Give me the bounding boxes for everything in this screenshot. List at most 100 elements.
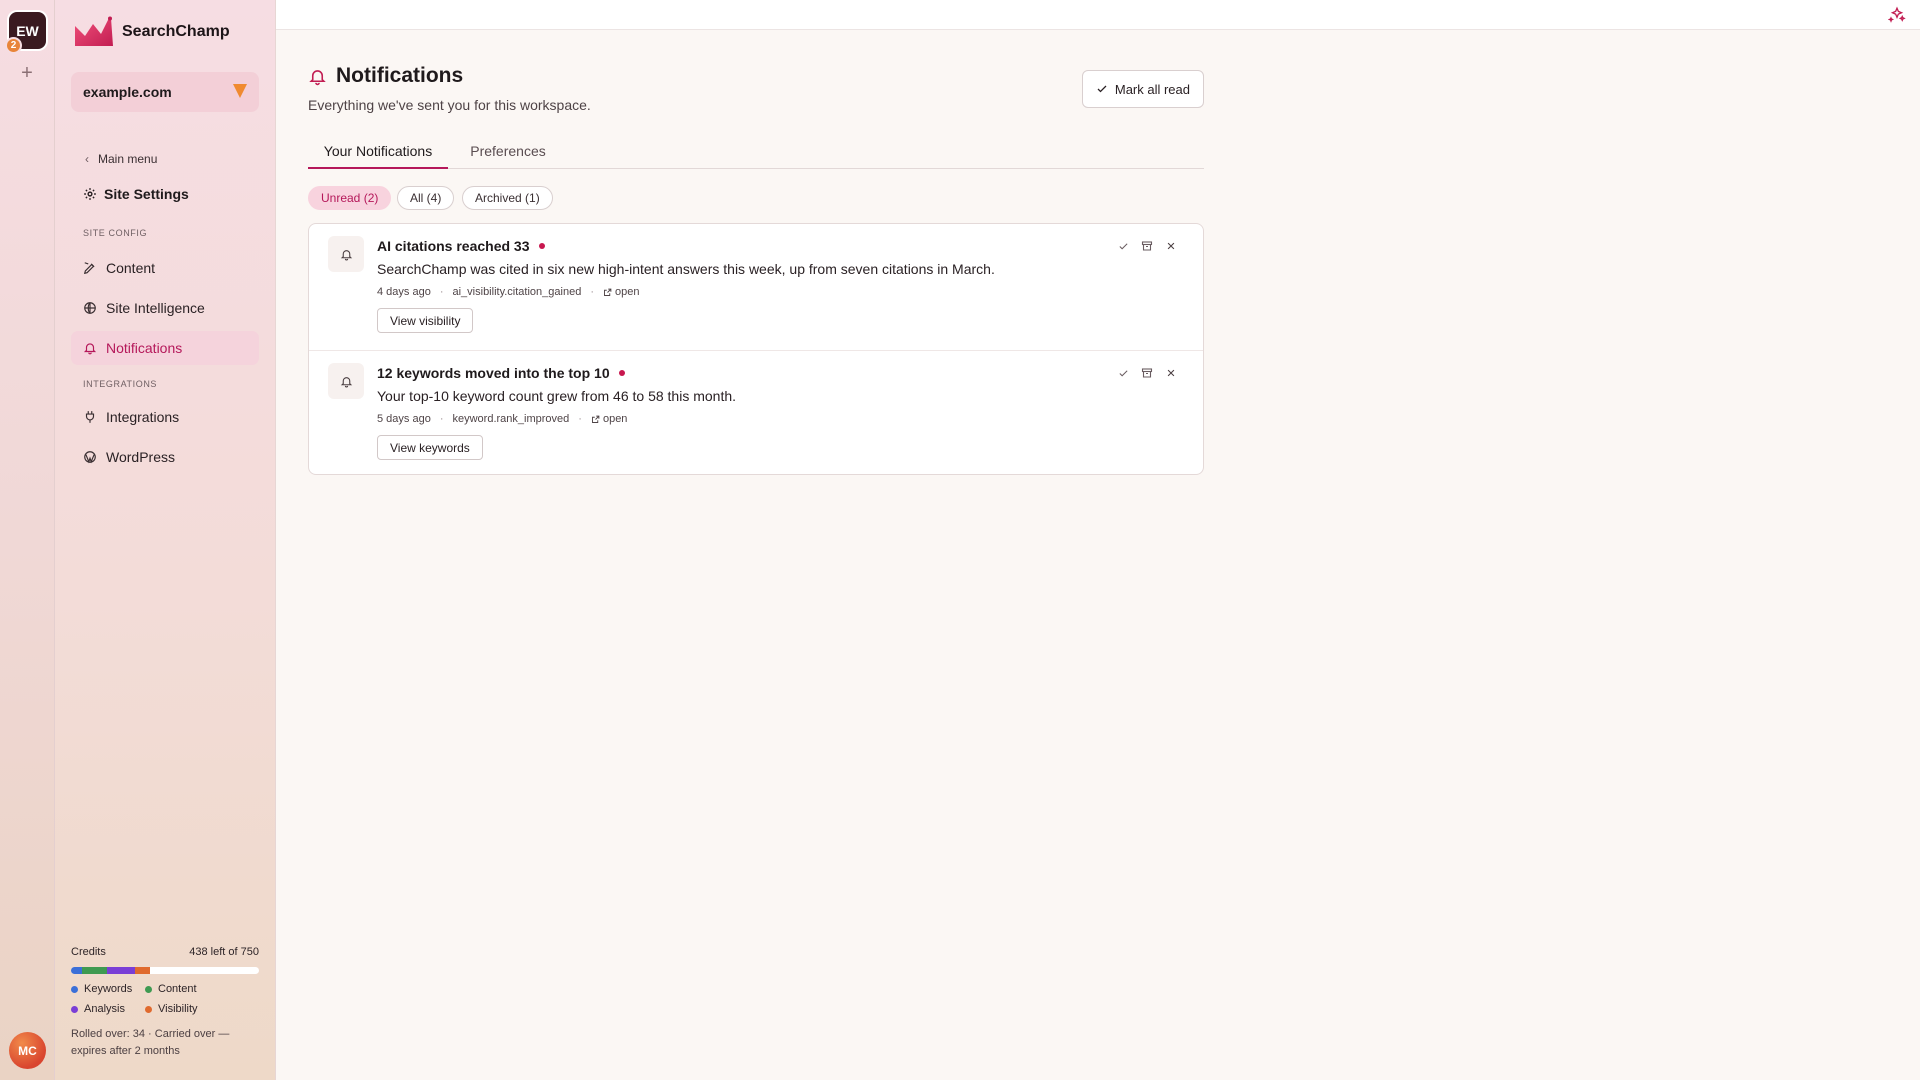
legend-analysis: Analysis bbox=[71, 1003, 145, 1015]
group-label-integrations: INTEGRATIONS bbox=[83, 379, 158, 389]
site-selector-value: example.com bbox=[83, 84, 172, 100]
main-menu-link[interactable]: ‹ Main menu bbox=[85, 152, 157, 166]
notification-title: 12 keywords moved into the top 10 bbox=[377, 365, 625, 381]
site-settings-title: Site Settings bbox=[83, 186, 189, 202]
notification-title: AI citations reached 33 bbox=[377, 238, 545, 254]
filter-archived[interactable]: Archived (1) bbox=[462, 186, 553, 210]
sidebar: SearchChamp example.com ‹ Main menu Site… bbox=[55, 0, 276, 1080]
legend-dot bbox=[71, 1005, 78, 1013]
view-keywords-button[interactable]: View keywords bbox=[377, 435, 483, 460]
sidebar-item-site-intelligence[interactable]: Site Intelligence bbox=[71, 291, 259, 325]
main-menu-label: Main menu bbox=[98, 152, 158, 166]
credits-legend: Keywords Content Analysis Visibility bbox=[71, 983, 259, 1015]
notification-time: 4 days ago bbox=[377, 286, 431, 298]
dismiss-close-icon[interactable] bbox=[1163, 238, 1179, 254]
page-title-text: Notifications bbox=[336, 64, 464, 87]
globe-grid-icon bbox=[84, 302, 96, 314]
archive-icon[interactable] bbox=[1139, 238, 1155, 254]
notification-item[interactable]: AI citations reached 33 SearchChamp was … bbox=[309, 224, 1203, 350]
legend-label: Content bbox=[158, 983, 197, 995]
tab-bar: Your Notifications Preferences bbox=[308, 136, 1204, 169]
credit-segment-content bbox=[82, 967, 107, 974]
legend-visibility: Visibility bbox=[145, 1003, 225, 1015]
legend-dot bbox=[145, 1005, 152, 1013]
wordpress-icon bbox=[84, 451, 96, 464]
notification-actions bbox=[1107, 238, 1179, 254]
legend-label: Visibility bbox=[158, 1003, 198, 1015]
meta-separator: · bbox=[439, 413, 444, 425]
sidebar-item-notifications[interactable]: Notifications bbox=[71, 331, 259, 365]
credits-usage-bar bbox=[71, 967, 259, 974]
mark-read-check-icon[interactable] bbox=[1115, 238, 1131, 254]
legend-keywords: Keywords bbox=[71, 983, 145, 995]
mark-all-read-button[interactable]: Mark all read bbox=[1081, 70, 1204, 108]
gear-icon bbox=[84, 188, 96, 200]
brand[interactable]: SearchChamp bbox=[75, 16, 230, 48]
dropdown-triangle-icon bbox=[233, 84, 247, 98]
notification-event: keyword.rank_improved bbox=[452, 413, 570, 425]
workspace-rail: EW 2 + MC bbox=[0, 0, 55, 1080]
sidebar-item-label: Content bbox=[106, 260, 156, 276]
check-icon bbox=[1097, 85, 1107, 93]
notification-item[interactable]: 12 keywords moved into the top 10 Your t… bbox=[309, 350, 1203, 474]
unread-dot bbox=[538, 243, 545, 249]
sidebar-item-label: Notifications bbox=[106, 340, 183, 356]
bell-icon bbox=[309, 69, 326, 85]
notification-open-link[interactable]: open bbox=[615, 286, 639, 298]
bell-icon bbox=[83, 343, 97, 355]
view-visibility-button[interactable]: View visibility bbox=[377, 308, 474, 333]
credit-segment-keywords bbox=[71, 967, 83, 974]
tab-preferences[interactable]: Preferences bbox=[468, 136, 548, 169]
plug-icon bbox=[85, 411, 95, 423]
external-link-icon bbox=[591, 415, 600, 423]
mark-read-check-icon[interactable] bbox=[1115, 365, 1131, 381]
notification-title-text: AI citations reached 33 bbox=[377, 238, 530, 254]
filter-unread[interactable]: Unread (2) bbox=[308, 186, 392, 210]
chevron-left-icon: ‹ bbox=[85, 152, 89, 166]
brand-name: SearchChamp bbox=[122, 23, 230, 40]
workspace-notification-badge: 2 bbox=[5, 37, 22, 54]
legend-dot bbox=[71, 985, 78, 993]
archive-icon[interactable] bbox=[1139, 365, 1155, 381]
notification-meta: 4 days ago · ai_visibility.citation_gain… bbox=[377, 286, 639, 298]
meta-separator: · bbox=[439, 286, 444, 298]
top-bar bbox=[276, 0, 1920, 30]
searchchamp-logo-icon bbox=[75, 16, 113, 46]
page-title: Notifications bbox=[308, 64, 463, 88]
notification-list: AI citations reached 33 SearchChamp was … bbox=[308, 223, 1204, 475]
add-workspace-icon[interactable]: + bbox=[18, 63, 36, 83]
notification-actions bbox=[1107, 365, 1179, 381]
legend-dot bbox=[145, 985, 152, 993]
sidebar-item-label: Site Intelligence bbox=[106, 300, 205, 316]
pen-nib-icon bbox=[83, 262, 95, 275]
tab-your-notifications[interactable]: Your Notifications bbox=[308, 136, 448, 169]
meta-separator: · bbox=[590, 286, 594, 298]
page-subtitle: Everything we've sent you for this works… bbox=[308, 97, 591, 113]
sparkle-assistant-icon[interactable] bbox=[1888, 6, 1906, 24]
unread-dot bbox=[618, 370, 625, 376]
meta-separator: · bbox=[578, 413, 582, 425]
site-settings-label: Site Settings bbox=[104, 186, 189, 202]
group-label-site-config: SITE CONFIG bbox=[83, 228, 148, 238]
notification-body: Your top-10 keyword count grew from 46 t… bbox=[377, 388, 737, 404]
credit-segment-visibility bbox=[134, 967, 150, 974]
sidebar-item-integrations[interactable]: Integrations bbox=[71, 400, 259, 434]
notification-open-link[interactable]: open bbox=[603, 413, 627, 425]
site-selector[interactable]: example.com bbox=[71, 72, 259, 112]
user-avatar[interactable]: MC bbox=[9, 1032, 46, 1069]
external-link-icon bbox=[604, 288, 612, 296]
sidebar-item-label: Integrations bbox=[106, 409, 180, 425]
legend-content: Content bbox=[145, 983, 225, 995]
filter-all[interactable]: All (4) bbox=[397, 186, 455, 210]
bell-icon bbox=[328, 236, 364, 272]
bell-icon bbox=[328, 363, 364, 399]
notification-body: SearchChamp was cited in six new high-in… bbox=[377, 261, 995, 277]
credits-remaining: 438 left of 750 bbox=[189, 946, 259, 958]
dismiss-close-icon[interactable] bbox=[1163, 365, 1179, 381]
legend-label: Keywords bbox=[84, 983, 133, 995]
sidebar-item-content[interactable]: Content bbox=[71, 251, 259, 285]
sidebar-item-wordpress[interactable]: WordPress bbox=[71, 440, 259, 474]
credit-segment-analysis bbox=[106, 967, 135, 974]
credits-rollover-note: Rolled over: 34 · Carried over — expires… bbox=[71, 1028, 230, 1057]
legend-label: Analysis bbox=[84, 1003, 125, 1015]
